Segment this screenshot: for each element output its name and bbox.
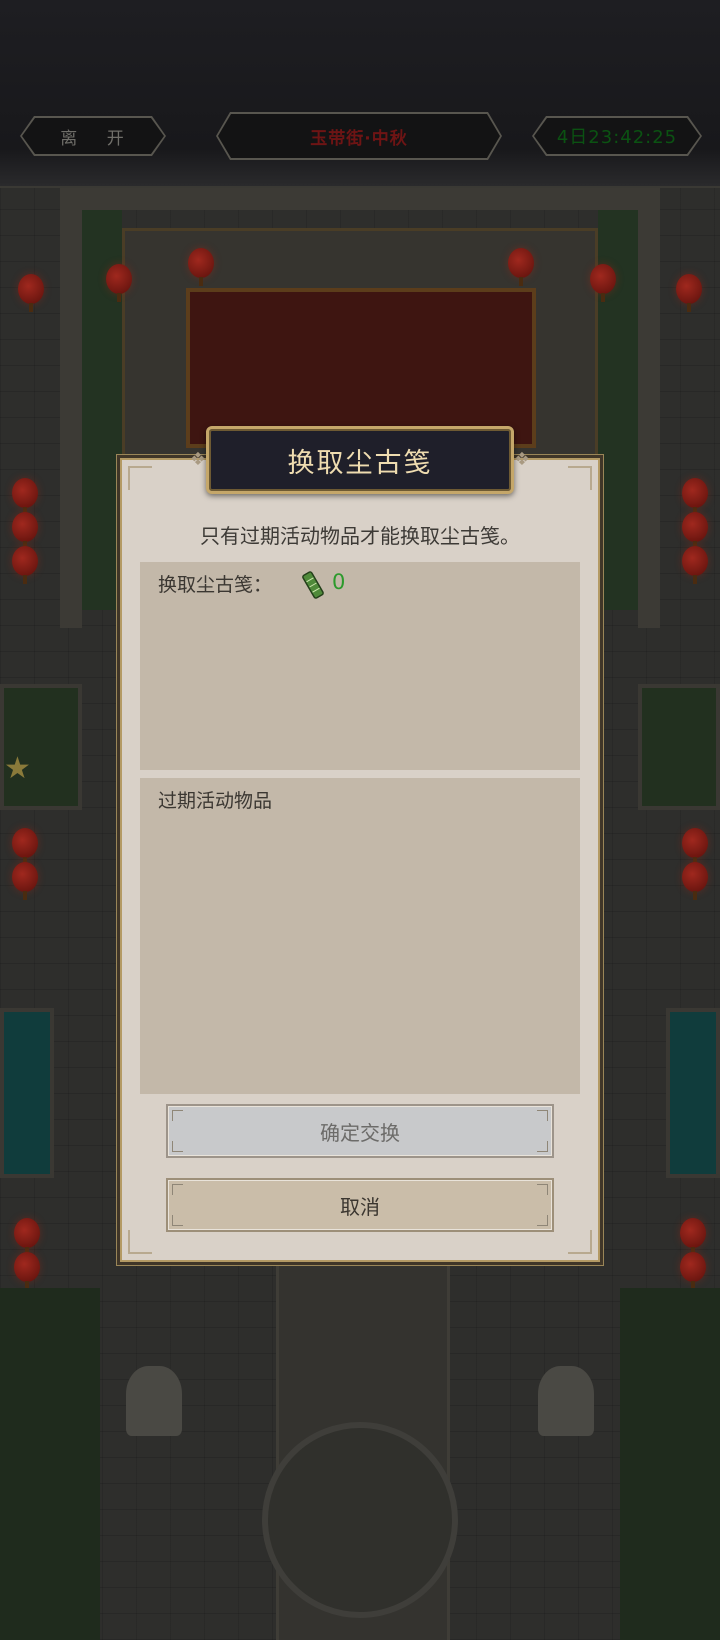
lantern-icon (14, 1218, 40, 1256)
lantern-icon (680, 1252, 706, 1290)
expired-items-label: 过期活动物品 (158, 790, 273, 812)
lantern-icon (682, 478, 708, 516)
lantern-icon (12, 546, 38, 584)
event-timer-text: 4日23:42:25 (534, 118, 700, 154)
floor-emblem (262, 1422, 458, 1618)
button-ornament (537, 1141, 548, 1152)
garden-bed (620, 1288, 720, 1640)
lantern-icon (14, 1252, 40, 1290)
frame-corner (128, 1230, 152, 1254)
frame-corner (568, 466, 592, 490)
lantern-icon (188, 248, 214, 286)
button-ornament (537, 1110, 548, 1121)
confirm-exchange-label: 确定交换 (320, 1120, 400, 1145)
lantern-icon (682, 828, 708, 866)
event-star-icon[interactable]: ★ (4, 754, 34, 784)
lantern-icon (508, 248, 534, 286)
planter (638, 684, 720, 810)
lantern-icon (682, 862, 708, 900)
lantern-icon (590, 264, 616, 302)
button-ornament (172, 1184, 183, 1195)
lantern-icon (106, 264, 132, 302)
cancel-label: 取消 (340, 1194, 380, 1219)
red-carpet (186, 288, 536, 448)
button-ornament (537, 1215, 548, 1226)
courtyard-wall (638, 188, 660, 628)
courtyard-wall (60, 188, 660, 210)
confirm-exchange-button[interactable]: 确定交换 (166, 1104, 554, 1158)
garden-bed (0, 1288, 100, 1640)
button-ornament (537, 1184, 548, 1195)
lantern-icon (682, 512, 708, 550)
lantern-icon (680, 1218, 706, 1256)
leave-button[interactable]: 离 开 (20, 116, 166, 156)
lantern-icon (12, 828, 38, 866)
location-name: 玉带街·中秋 (218, 114, 500, 158)
exchange-count: 0 (332, 570, 346, 594)
pond (0, 1008, 54, 1178)
location-banner: 玉带街·中秋 (216, 112, 502, 160)
button-ornament (172, 1215, 183, 1226)
bamboo-slip-icon (302, 571, 324, 599)
lantern-icon (12, 478, 38, 516)
lantern-icon (682, 546, 708, 584)
button-ornament (172, 1110, 183, 1121)
leave-button-label: 离 开 (22, 118, 164, 154)
frame-corner (568, 1230, 592, 1254)
lantern-icon (18, 274, 44, 312)
planter (0, 684, 82, 810)
exchange-label: 换取尘古笺： (158, 574, 273, 596)
button-ornament (172, 1141, 183, 1152)
dialog-title: 换取尘古笺 (206, 426, 514, 494)
dialog-notice: 只有过期活动物品才能换取尘古笺。 (200, 524, 520, 548)
courtyard-wall (60, 188, 82, 628)
stone-lion-statue (126, 1366, 182, 1436)
pond (666, 1008, 720, 1178)
lantern-icon (12, 862, 38, 900)
stone-lion-statue (538, 1366, 594, 1436)
cancel-button[interactable]: 取消 (166, 1178, 554, 1232)
top-bar: 离 开 玉带街·中秋 4日23:42:25 (0, 0, 720, 188)
event-timer: 4日23:42:25 (532, 116, 702, 156)
exchange-panel: 换取尘古笺： 0 (140, 562, 580, 770)
expired-items-panel[interactable]: 过期活动物品 (140, 778, 580, 1094)
lantern-icon (676, 274, 702, 312)
frame-corner (128, 466, 152, 490)
lantern-icon (12, 512, 38, 550)
